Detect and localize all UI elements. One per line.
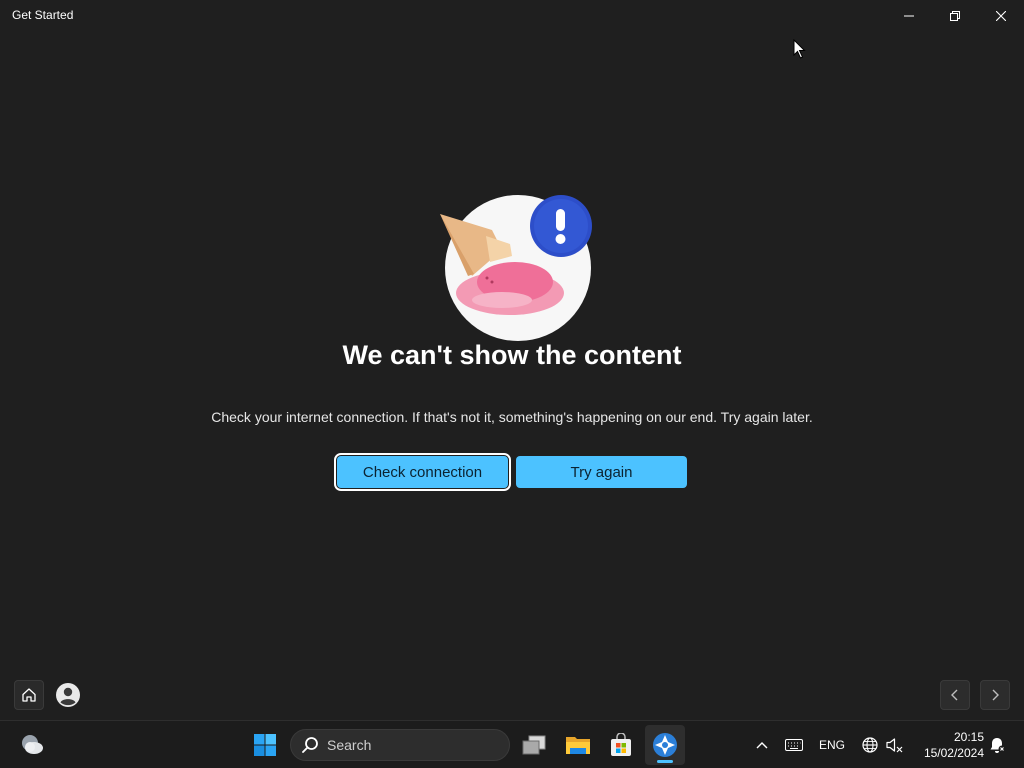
- start-button[interactable]: [245, 725, 285, 765]
- taskbar-search-box[interactable]: Search: [290, 729, 510, 761]
- home-icon: [22, 688, 36, 702]
- error-illustration: [440, 195, 592, 341]
- file-explorer-button[interactable]: [558, 725, 598, 765]
- restore-icon: [950, 11, 960, 21]
- search-label: Search: [327, 737, 372, 753]
- chevron-right-icon: [992, 689, 999, 701]
- task-view-button[interactable]: [514, 725, 554, 765]
- store-bag-icon: [611, 733, 631, 756]
- try-again-button[interactable]: Try again: [516, 456, 687, 488]
- microsoft-store-button[interactable]: [601, 725, 641, 765]
- task-view-icon: [522, 735, 546, 755]
- back-button[interactable]: [940, 680, 970, 710]
- get-started-icon: [653, 733, 677, 757]
- input-language[interactable]: ENG: [815, 733, 849, 757]
- show-hidden-icons-button[interactable]: [752, 733, 772, 757]
- weather-cloud-icon: [22, 735, 43, 754]
- system-clock[interactable]: 20:15 15/02/2024: [914, 729, 984, 761]
- taskbar: Search ENG 20:15 15/02/2024: [0, 720, 1024, 768]
- mouse-cursor-icon: [793, 39, 806, 59]
- close-icon: [996, 11, 1006, 21]
- home-button[interactable]: [14, 680, 44, 710]
- notifications-button[interactable]: [986, 733, 1008, 757]
- user-icon: [56, 683, 80, 707]
- folder-icon: [566, 737, 590, 754]
- minimize-button[interactable]: [886, 0, 932, 32]
- check-connection-button[interactable]: Check connection: [334, 453, 511, 491]
- chevron-up-icon: [756, 742, 768, 749]
- active-app-indicator: [657, 760, 673, 763]
- error-message: Check your internet connection. If that'…: [211, 409, 813, 425]
- forward-button[interactable]: [980, 680, 1010, 710]
- windows-logo-icon: [254, 734, 276, 756]
- error-heading: We can't show the content: [342, 340, 682, 370]
- volume-button[interactable]: [885, 733, 905, 757]
- close-button[interactable]: [978, 0, 1024, 32]
- get-started-window: Get Started We can't show the content Ch…: [0, 0, 1024, 720]
- profile-button[interactable]: [53, 680, 83, 710]
- title-bar[interactable]: Get Started: [0, 0, 1024, 32]
- clock-time: 20:15: [953, 730, 984, 744]
- touch-keyboard-button[interactable]: [784, 733, 804, 757]
- chevron-left-icon: [951, 689, 958, 701]
- search-icon: [302, 737, 318, 753]
- minimize-icon: [904, 15, 914, 17]
- globe-icon: [862, 737, 878, 753]
- clock-date: 15/02/2024: [923, 746, 984, 760]
- restore-button[interactable]: [932, 0, 978, 32]
- network-button[interactable]: [860, 733, 880, 757]
- weather-widget[interactable]: [12, 725, 52, 765]
- keyboard-icon: [785, 739, 803, 751]
- notification-bell-icon: [990, 738, 1006, 753]
- get-started-app-button[interactable]: [645, 725, 685, 765]
- speaker-muted-icon: [886, 738, 903, 753]
- window-title: Get Started: [12, 8, 74, 22]
